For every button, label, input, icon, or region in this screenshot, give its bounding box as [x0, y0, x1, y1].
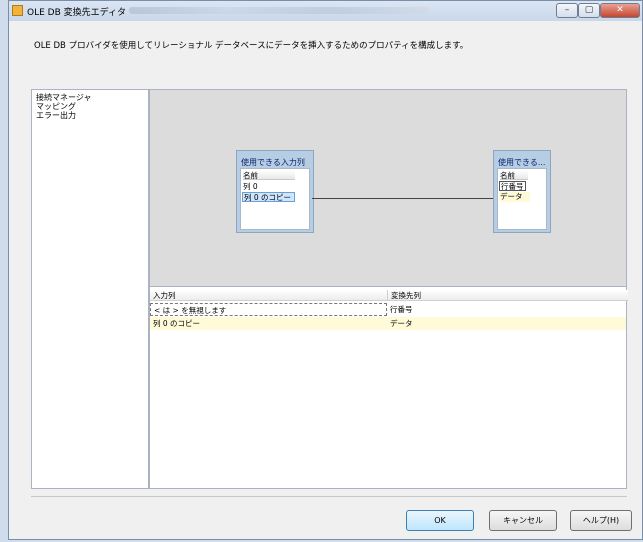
grid-header-destination-column[interactable]: 変換先列 — [387, 290, 628, 301]
input-column-header: 名前 — [243, 170, 295, 180]
help-button[interactable]: ヘルプ(H) — [570, 510, 632, 531]
dialog-window: OLE DB 変換先エディタ – ▢ ✕ OLE DB プロバイダを使用してリレ… — [8, 0, 643, 540]
page-description: OLE DB プロバイダを使用してリレーショナル データベースにデータを挿入する… — [34, 41, 469, 51]
table-row[interactable]: 列 0 のコピー データ — [150, 317, 626, 330]
mapping-connector-line[interactable] — [312, 198, 493, 199]
output-columns-table[interactable]: 使用できる... 名前 行番号 データ — [493, 150, 551, 233]
table-row[interactable]: < は > を無視します 行番号 — [150, 303, 626, 316]
title-bar[interactable]: OLE DB 変換先エディタ – ▢ ✕ — [9, 1, 642, 21]
mapping-grid: 入力列 変換先列 < は > を無視します 行番号 列 0 のコピー データ — [149, 287, 628, 489]
nav-item-error-output[interactable]: エラー出力 — [36, 111, 76, 120]
maximize-button[interactable]: ▢ — [578, 3, 600, 18]
input-table-body: 名前 列 0 列 0 のコピー — [240, 168, 310, 230]
input-column-item-selected[interactable]: 列 0 のコピー — [242, 192, 295, 202]
grid-cell-destination[interactable]: データ — [387, 317, 628, 330]
grid-cell-input[interactable]: < は > を無視します — [150, 303, 387, 316]
background-taskbar-blur — [129, 7, 429, 14]
output-column-item[interactable]: 行番号 — [499, 181, 526, 191]
output-column-header: 名前 — [500, 170, 528, 180]
footer-separator — [31, 496, 627, 497]
output-column-item-mapped[interactable]: データ — [499, 192, 530, 202]
grid-cell-destination[interactable]: 行番号 — [387, 303, 628, 316]
mapping-diagram: 使用できる入力列 名前 列 0 列 0 のコピー 使用できる... 名前 行番号… — [149, 89, 627, 287]
close-button[interactable]: ✕ — [600, 3, 640, 18]
output-table-body: 名前 行番号 データ — [497, 168, 547, 230]
window-title: OLE DB 変換先エディタ — [27, 8, 126, 18]
input-column-item[interactable]: 列 0 — [243, 182, 258, 191]
grid-cell-input[interactable]: 列 0 のコピー — [150, 317, 387, 330]
ok-button[interactable]: OK — [406, 510, 474, 531]
grid-header-input-column[interactable]: 入力列 — [150, 290, 387, 301]
input-columns-table[interactable]: 使用できる入力列 名前 列 0 列 0 のコピー — [236, 150, 314, 233]
output-table-title: 使用できる... — [498, 158, 546, 167]
cancel-button[interactable]: キャンセル — [489, 510, 557, 531]
app-icon — [12, 5, 23, 16]
left-nav: 接続マネージャ マッピング エラー出力 — [31, 89, 149, 489]
nav-item-mapping[interactable]: マッピング — [36, 102, 76, 111]
minimize-button[interactable]: – — [556, 3, 578, 18]
input-table-title: 使用できる入力列 — [241, 158, 305, 167]
nav-item-connection-manager[interactable]: 接続マネージャ — [36, 93, 91, 102]
